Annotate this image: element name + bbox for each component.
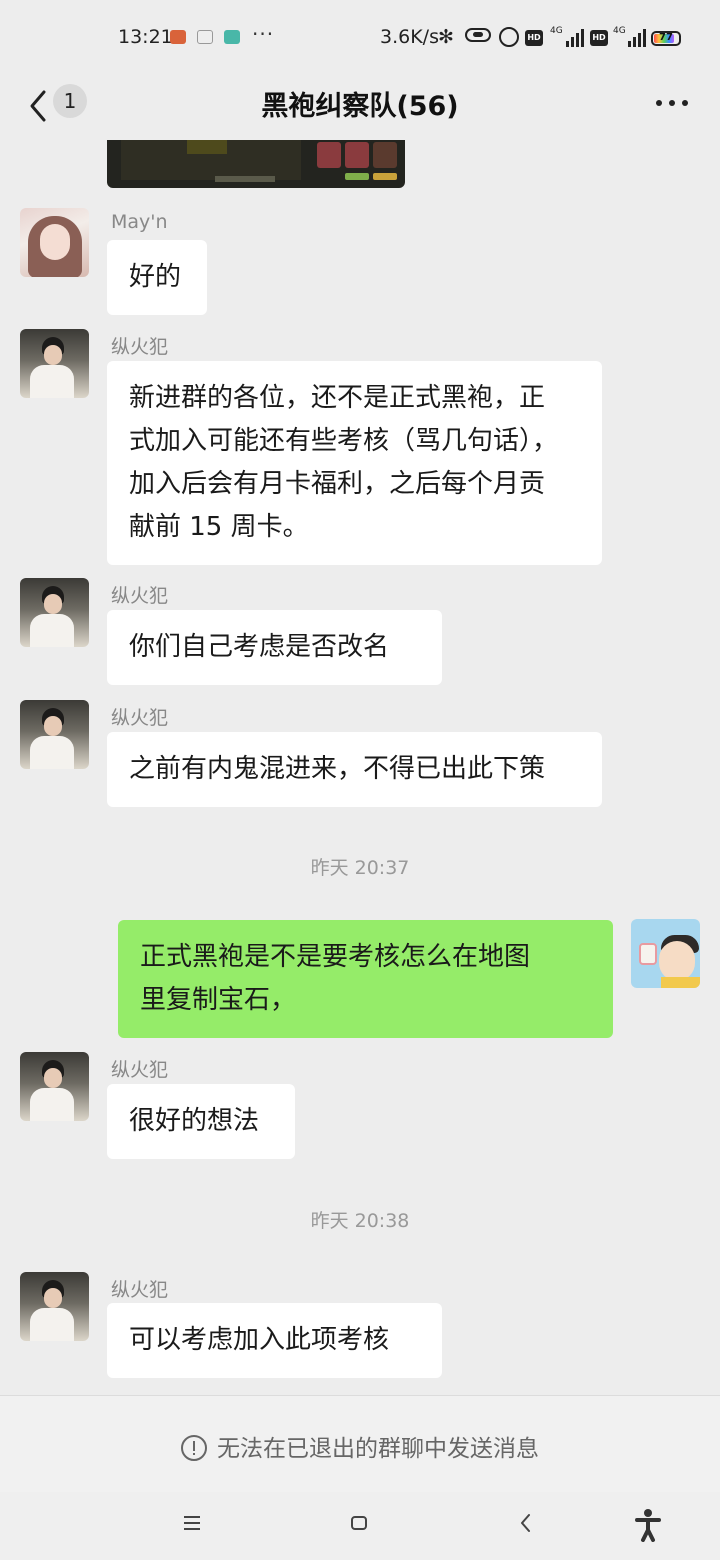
system-back-button[interactable] xyxy=(518,1512,534,1534)
battery-percent: 77 xyxy=(659,32,673,43)
more-notifications-icon: ··· xyxy=(252,22,275,46)
message-bubble[interactable]: 很好的想法 xyxy=(107,1084,295,1159)
hd-badge: HD xyxy=(590,30,608,46)
sender-name: 纵火犯 xyxy=(111,585,169,607)
timestamp: 昨天 20:38 xyxy=(310,1210,410,1232)
network-speed: 3.6K/s xyxy=(380,26,439,48)
sender-name: 纵火犯 xyxy=(111,1059,169,1081)
more-options-button[interactable] xyxy=(650,82,694,122)
chevron-left-icon xyxy=(521,1514,530,1532)
signal-icon xyxy=(566,29,584,47)
accessibility-button[interactable] xyxy=(634,1508,662,1542)
app-notification-icon xyxy=(170,30,186,44)
message-line: 里复制宝石， xyxy=(140,985,297,1015)
avatar[interactable] xyxy=(20,208,89,277)
app-notification-icon xyxy=(224,30,240,44)
game-card xyxy=(345,142,369,168)
message-bubble[interactable]: 你们自己考虑是否改名 xyxy=(107,610,442,685)
avatar[interactable] xyxy=(20,700,89,769)
system-navigation-bar xyxy=(0,1492,720,1560)
battery-icon: 77 xyxy=(651,31,681,46)
message-bubble-outgoing[interactable]: 正式黑袍是不是要考核怎么在地图 里复制宝石， xyxy=(118,920,613,1038)
message-bubble[interactable]: 可以考虑加入此项考核 xyxy=(107,1303,442,1378)
game-card xyxy=(373,142,397,168)
footer-notice-row: 无法在已退出的群聊中发送消息 xyxy=(0,1429,720,1463)
vibrate-icon xyxy=(465,28,491,42)
network-type: 4G xyxy=(550,26,563,36)
status-bar: 13:21 ··· 3.6K/s ✻ HD 4G HD 4G 77 xyxy=(0,0,720,78)
message-bubble[interactable]: 好的 xyxy=(107,240,207,315)
recent-apps-button[interactable] xyxy=(184,1516,202,1530)
game-tile xyxy=(187,140,227,154)
message-line: 新进群的各位，还不是正式黑袍，正 xyxy=(129,383,546,413)
alarm-icon xyxy=(499,27,519,47)
message-line: 献前 15 周卡。 xyxy=(129,512,309,542)
game-caption xyxy=(215,176,275,182)
image-message-thumbnail[interactable] xyxy=(107,140,405,188)
my-avatar[interactable] xyxy=(631,919,700,988)
home-button[interactable] xyxy=(351,1516,367,1530)
sender-name: 纵火犯 xyxy=(111,707,169,729)
network-type: 4G xyxy=(613,26,626,36)
sender-name: 纵火犯 xyxy=(111,336,169,358)
input-disabled-bar: 无法在已退出的群聊中发送消息 xyxy=(0,1395,720,1493)
message-bubble[interactable]: 之前有内鬼混进来，不得已出此下策 xyxy=(107,732,602,807)
timestamp: 昨天 20:37 xyxy=(310,857,410,879)
sender-name: 纵火犯 xyxy=(111,1279,169,1301)
info-alert-icon xyxy=(181,1435,207,1461)
message-line: 式加入可能还有些考核（骂几句话）， xyxy=(129,426,559,456)
avatar[interactable] xyxy=(20,1272,89,1341)
accessibility-icon xyxy=(635,1509,661,1542)
chat-header: 1 黑袍纠察队(56) xyxy=(0,78,720,142)
status-time: 13:21 xyxy=(118,26,173,48)
footer-notice: 无法在已退出的群聊中发送消息 xyxy=(217,1436,539,1462)
signal-icon xyxy=(628,29,646,47)
hd-badge: HD xyxy=(525,30,543,46)
avatar[interactable] xyxy=(20,1052,89,1121)
message-line: 正式黑袍是不是要考核怎么在地图 xyxy=(140,942,531,972)
chat-title: 黑袍纠察队(56) xyxy=(261,91,459,122)
game-card xyxy=(317,142,341,168)
app-notification-icon xyxy=(197,30,213,44)
message-line: 加入后会有月卡福利，之后每个月贡 xyxy=(129,469,546,499)
avatar[interactable] xyxy=(20,578,89,647)
bluetooth-icon: ✻ xyxy=(438,26,454,48)
avatar[interactable] xyxy=(20,329,89,398)
game-button xyxy=(373,173,397,180)
game-button xyxy=(345,173,369,180)
message-bubble[interactable]: 新进群的各位，还不是正式黑袍，正 式加入可能还有些考核（骂几句话）， 加入后会有… xyxy=(107,361,602,565)
sender-name: May'n xyxy=(111,211,168,233)
